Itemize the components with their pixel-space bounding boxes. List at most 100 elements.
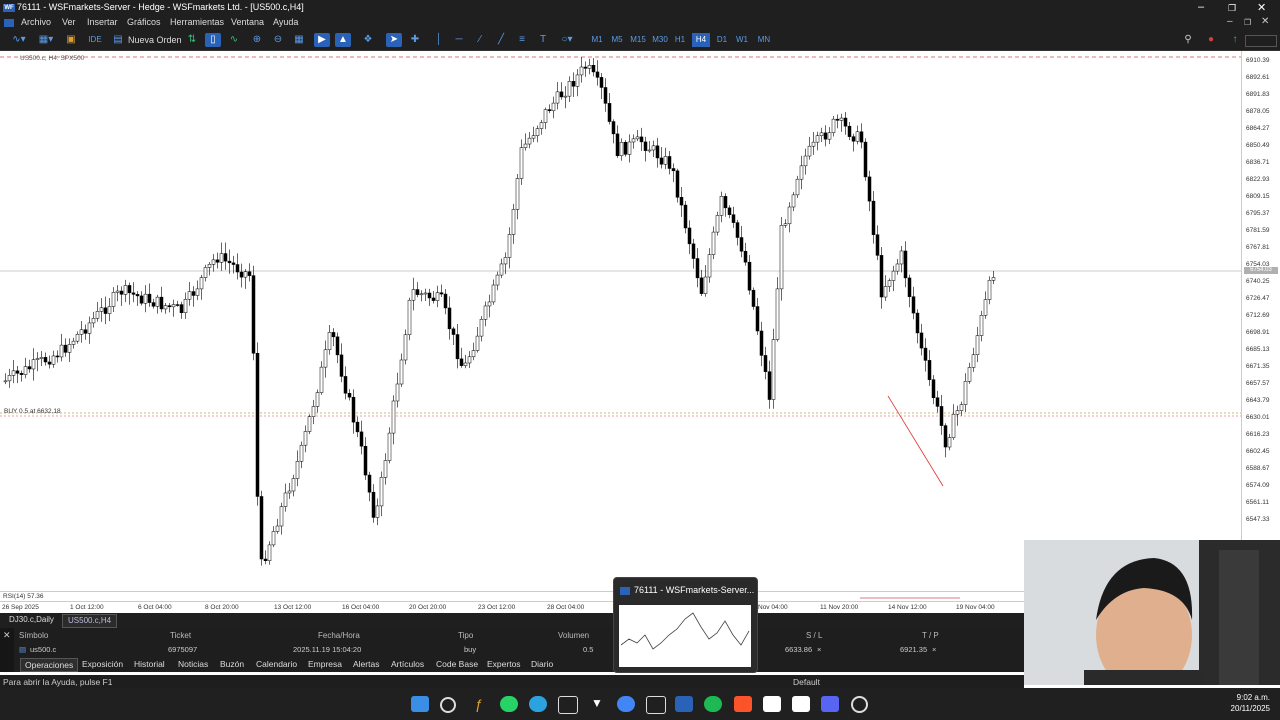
cursor-icon[interactable]: ➤: [386, 33, 402, 47]
metatrader-icon[interactable]: [675, 696, 693, 712]
taskbar-preview-popup[interactable]: 76111 - WSFmarkets-Server...: [613, 577, 758, 673]
calendar-icon[interactable]: [558, 696, 578, 714]
menu-ver[interactable]: Ver: [62, 17, 76, 27]
menu-archivo[interactable]: Archivo: [21, 17, 51, 27]
tab-buzon[interactable]: Buzón: [216, 658, 248, 670]
child-close-button[interactable]: ✕: [1261, 16, 1269, 27]
tab-empresa[interactable]: Empresa: [304, 658, 346, 670]
autoscroll-icon[interactable]: ▶: [314, 33, 330, 47]
speed-icon[interactable]: [851, 696, 868, 713]
algo-trading-icon[interactable]: ⇅: [185, 33, 199, 47]
status-help-text: Para abrir la Ayuda, pulse F1: [3, 677, 113, 687]
notion-icon[interactable]: [792, 696, 810, 712]
chart-tab-dj30[interactable]: DJ30.c,Daily: [4, 614, 59, 626]
tab-expertos[interactable]: Expertos: [483, 658, 525, 670]
zoom-in-icon[interactable]: ⊕: [250, 33, 264, 47]
market-watch-icon[interactable]: ▣: [64, 33, 78, 47]
tf-m30[interactable]: M30: [650, 33, 670, 47]
windows-icon[interactable]: [411, 696, 429, 712]
taskbar-clock[interactable]: 9:02 a.m. 20/11/2025: [1231, 692, 1270, 714]
menu-herramientas[interactable]: Herramientas: [170, 17, 224, 27]
header-sl[interactable]: S / L: [806, 631, 822, 640]
tf-d1[interactable]: D1: [714, 33, 730, 47]
close-button[interactable]: ✕: [1257, 1, 1266, 14]
clear-sl-icon[interactable]: ×: [817, 645, 821, 654]
horizontal-line-icon[interactable]: ─: [452, 33, 466, 47]
grid-icon[interactable]: ▦: [292, 33, 306, 47]
header-type[interactable]: Tipo: [458, 631, 473, 640]
menu-ayuda[interactable]: Ayuda: [273, 17, 298, 27]
preview-thumbnail[interactable]: [619, 605, 751, 667]
header-tp[interactable]: T / P: [922, 631, 939, 640]
app-icon[interactable]: [646, 696, 666, 714]
y-axis-label: 6740.25: [1246, 278, 1270, 285]
tf-m15[interactable]: M15: [628, 33, 648, 47]
minimize-button[interactable]: –: [1198, 1, 1204, 13]
vertical-line-icon[interactable]: │: [432, 33, 446, 47]
new-order-button[interactable]: Nueva Orden: [128, 33, 182, 47]
tf-w1[interactable]: W1: [734, 33, 750, 47]
candles-icon[interactable]: ▯: [205, 33, 221, 47]
tab-articulos[interactable]: Artículos: [387, 658, 428, 670]
chrome-icon[interactable]: [617, 696, 635, 712]
tab-noticias[interactable]: Noticias: [174, 658, 212, 670]
search-icon[interactable]: [440, 697, 456, 713]
candle-body: [39, 357, 44, 359]
tab-operaciones[interactable]: Operaciones: [20, 658, 79, 672]
cell-symbol[interactable]: us500.c: [30, 645, 56, 654]
channel-icon[interactable]: ╱: [494, 33, 508, 47]
crosshair-icon[interactable]: ✚: [408, 33, 422, 47]
clear-tp-icon[interactable]: ×: [932, 645, 936, 654]
header-volume[interactable]: Volumen: [558, 631, 589, 640]
discord-icon[interactable]: [821, 696, 839, 712]
chart-type-icon[interactable]: ∿▾: [8, 33, 30, 47]
ide-button[interactable]: IDE: [86, 33, 104, 47]
maximize-button[interactable]: ❐: [1228, 3, 1236, 14]
fx-icon[interactable]: ƒ: [470, 696, 488, 712]
whatsapp-icon[interactable]: [500, 696, 518, 712]
chart-shift-icon[interactable]: ▲: [335, 33, 351, 47]
cell-tp[interactable]: 6921.35: [900, 645, 927, 654]
child-restore-button[interactable]: ❐: [1244, 18, 1251, 27]
tf-mn[interactable]: MN: [755, 33, 773, 47]
cell-sl[interactable]: 6633.86: [785, 645, 812, 654]
new-order-icon[interactable]: ▤: [113, 33, 123, 47]
gtc-icon[interactable]: [763, 696, 781, 712]
menu-insertar[interactable]: Insertar: [87, 17, 118, 27]
signal-icon[interactable]: ↑: [1229, 33, 1241, 47]
templates-icon[interactable]: ▦▾: [34, 33, 58, 47]
tab-historial[interactable]: Historial: [130, 658, 169, 670]
tab-alertas[interactable]: Alertas: [349, 658, 383, 670]
fibonacci-icon[interactable]: ≡: [515, 33, 529, 47]
chart-tab-us500[interactable]: US500.c,H4: [62, 614, 118, 628]
tradingview-icon[interactable]: ▼: [588, 696, 606, 712]
price-chart[interactable]: US500.c, H4: SPX500 BUY 0.5 at 6632.18: [0, 51, 1241, 591]
menu-ventana[interactable]: Ventana: [231, 17, 264, 27]
telegram-icon[interactable]: [529, 696, 547, 712]
brave-icon[interactable]: [734, 696, 752, 712]
tf-m1[interactable]: M1: [589, 33, 605, 47]
tf-h1[interactable]: H1: [672, 33, 688, 47]
trendline-icon[interactable]: ∕: [473, 33, 487, 47]
search-icon[interactable]: ⚲: [1181, 33, 1195, 47]
header-datetime[interactable]: Fecha/Hora: [318, 631, 360, 640]
notifications-icon[interactable]: ●: [1203, 33, 1219, 47]
close-toolbox-icon[interactable]: ✕: [3, 630, 11, 641]
spotify-icon[interactable]: [704, 696, 722, 712]
line-chart-icon[interactable]: ∿: [227, 33, 241, 47]
child-minimize-button[interactable]: –: [1227, 16, 1233, 27]
tab-calendario[interactable]: Calendario: [252, 658, 301, 670]
header-symbol[interactable]: Símbolo: [19, 631, 48, 640]
tf-m5[interactable]: M5: [609, 33, 625, 47]
tf-h4[interactable]: H4: [692, 33, 710, 47]
shapes-icon[interactable]: ○▾: [556, 33, 578, 47]
tab-code-base[interactable]: Code Base: [432, 658, 482, 670]
status-profile[interactable]: Default: [793, 677, 820, 687]
indicators-icon[interactable]: ❖: [360, 33, 376, 47]
tab-diario[interactable]: Diario: [527, 658, 557, 670]
tab-exposicion[interactable]: Exposición: [78, 658, 127, 670]
zoom-out-icon[interactable]: ⊖: [271, 33, 285, 47]
header-ticket[interactable]: Ticket: [170, 631, 191, 640]
text-tool-icon[interactable]: T: [536, 33, 550, 47]
menu-graficos[interactable]: Gráficos: [127, 17, 161, 27]
